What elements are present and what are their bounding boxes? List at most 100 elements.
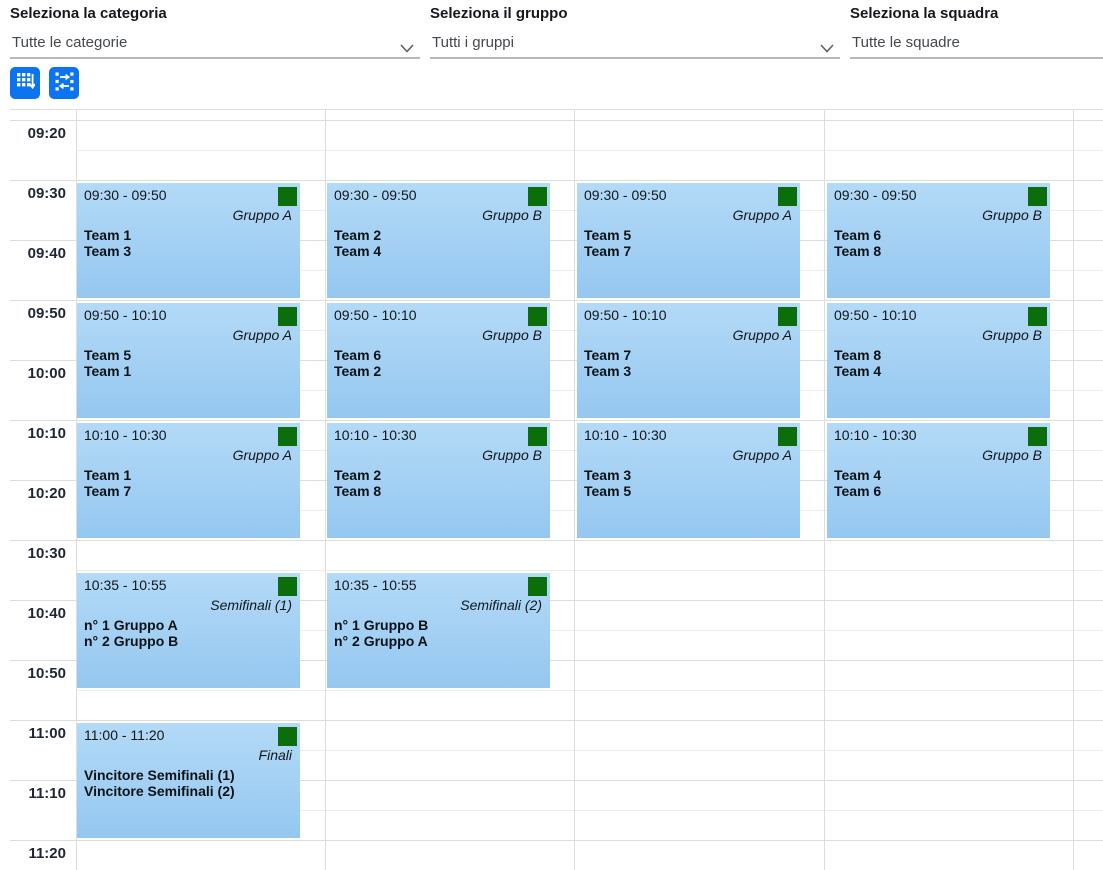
event-team: Team 8 bbox=[334, 483, 381, 499]
event-team: Team 3 bbox=[84, 243, 131, 259]
category-filter: Seleziona la categoria Tutte le categori… bbox=[10, 5, 420, 59]
event-status-square-icon bbox=[1028, 427, 1047, 446]
event-team: Team 4 bbox=[834, 467, 881, 483]
time-slot-label: 10:20 bbox=[0, 485, 66, 502]
event-stage-label: Gruppo A bbox=[733, 207, 792, 223]
event-time-range: 09:50 - 10:10 bbox=[334, 307, 417, 323]
team-select-value: Tutte le squadre bbox=[852, 34, 960, 51]
match-event[interactable]: 09:50 - 10:10Gruppo ATeam 7Team 3 bbox=[577, 303, 800, 418]
event-teams: Team 8Team 4 bbox=[834, 347, 881, 379]
event-stage-label: Gruppo A bbox=[733, 447, 792, 463]
team-filter: Seleziona la squadra Tutte le squadre bbox=[850, 5, 1103, 59]
event-status-square-icon bbox=[528, 577, 547, 596]
match-event[interactable]: 10:35 - 10:55 Semifinali (2) n° 1 Gruppo B… bbox=[327, 573, 550, 688]
event-stage-label: Finali bbox=[259, 747, 292, 763]
table-down-arrow-icon bbox=[16, 72, 35, 94]
event-team: Team 1 bbox=[84, 363, 131, 379]
event-team: Team 7 bbox=[84, 483, 131, 499]
event-teams: Team 4Team 6 bbox=[834, 467, 881, 499]
event-stage-label: Gruppo B bbox=[982, 327, 1042, 343]
event-team: Vincitore Semifinali (2) bbox=[84, 783, 235, 799]
event-team: Team 7 bbox=[584, 347, 631, 363]
event-status-square-icon bbox=[278, 307, 297, 326]
event-teams: Team 6Team 8 bbox=[834, 227, 881, 259]
event-stage-label: Semifinali (2) bbox=[460, 597, 542, 613]
time-slot-label: 10:40 bbox=[0, 605, 66, 622]
event-time-range: 09:50 - 10:10 bbox=[84, 307, 167, 323]
event-status-square-icon bbox=[278, 577, 297, 596]
time-slot-label: 09:20 bbox=[0, 125, 66, 142]
grid-line bbox=[10, 180, 1103, 181]
event-time-range: 09:30 - 09:50 bbox=[584, 187, 667, 203]
match-event[interactable]: 09:30 - 09:50Gruppo ATeam 5Team 7 bbox=[577, 183, 800, 298]
event-time-range: 10:35 - 10:55 bbox=[334, 577, 417, 593]
event-stage-label: Gruppo B bbox=[982, 207, 1042, 223]
event-stage-label: Gruppo B bbox=[482, 447, 542, 463]
calendar-grid-button[interactable] bbox=[10, 67, 40, 99]
event-teams: Team 2Team 4 bbox=[334, 227, 381, 259]
match-event[interactable]: 10:10 - 10:30 Gruppo B Team 4Team 6 bbox=[827, 423, 1050, 538]
match-event[interactable]: 10:10 - 10:30 Gruppo A Team 3Team 5 bbox=[577, 423, 800, 538]
group-filter: Seleziona il gruppo Tutti i gruppi bbox=[430, 5, 840, 59]
event-stage-label: Gruppo B bbox=[982, 447, 1042, 463]
group-select[interactable]: Tutti i gruppi bbox=[430, 29, 840, 59]
event-time-range: 10:10 - 10:30 bbox=[84, 427, 167, 443]
event-stage-label: Semifinali (1) bbox=[210, 597, 292, 613]
grid-line bbox=[824, 109, 825, 870]
match-event[interactable]: 09:30 - 09:50Gruppo ATeam 1Team 3 bbox=[77, 183, 300, 298]
team-select[interactable]: Tutte le squadre bbox=[850, 29, 1103, 59]
match-event[interactable]: 11:00 - 11:20 Finali Vincitore Semifinali … bbox=[77, 723, 300, 838]
swap-matches-button[interactable] bbox=[49, 67, 79, 99]
match-event[interactable]: 09:30 - 09:50Gruppo BTeam 2Team 4 bbox=[327, 183, 550, 298]
match-event[interactable]: 09:50 - 10:10 Gruppo A Team 5Team 1 bbox=[77, 303, 300, 418]
event-team: Team 6 bbox=[334, 347, 381, 363]
grid-line bbox=[10, 720, 1103, 721]
event-teams: Team 5Team 1 bbox=[84, 347, 131, 379]
chevron-down-icon bbox=[400, 40, 414, 58]
event-team: Team 3 bbox=[584, 363, 631, 379]
event-status-square-icon bbox=[778, 187, 797, 206]
match-event[interactable]: 10:35 - 10:55Semifinali (1)n° 1 Gruppo A… bbox=[77, 573, 300, 688]
grid-line bbox=[10, 300, 1103, 301]
event-team: Team 8 bbox=[834, 243, 881, 259]
event-time-range: 11:00 - 11:20 bbox=[84, 727, 164, 743]
schedule-calendar: 09:2009:3009:4009:5010:0010:1010:2010:30… bbox=[0, 108, 1103, 870]
team-filter-label: Seleziona la squadra bbox=[850, 5, 1103, 22]
event-stage-label: Gruppo A bbox=[233, 207, 292, 223]
event-teams: Vincitore Semifinali (1)Vincitore Semifi… bbox=[84, 767, 235, 799]
event-time-range: 09:30 - 09:50 bbox=[84, 187, 167, 203]
event-stage-label: Gruppo B bbox=[482, 207, 542, 223]
event-status-square-icon bbox=[1028, 307, 1047, 326]
event-teams: Team 1Team 7 bbox=[84, 467, 131, 499]
event-stage-label: Gruppo A bbox=[233, 327, 292, 343]
time-slot-label: 11:20 bbox=[0, 845, 66, 862]
event-time-range: 09:50 - 10:10 bbox=[834, 307, 917, 323]
event-stage-label: Gruppo B bbox=[482, 327, 542, 343]
match-event[interactable]: 09:50 - 10:10 Gruppo B Team 8Team 4 bbox=[827, 303, 1050, 418]
event-team: Team 3 bbox=[584, 467, 631, 483]
category-filter-label: Seleziona la categoria bbox=[10, 5, 420, 22]
chevron-down-icon bbox=[820, 40, 834, 58]
event-team: Team 8 bbox=[834, 347, 881, 363]
event-time-range: 10:10 - 10:30 bbox=[834, 427, 917, 443]
event-team: Team 7 bbox=[584, 243, 631, 259]
category-select[interactable]: Tutte le categorie bbox=[10, 29, 420, 59]
event-time-range: 10:10 - 10:30 bbox=[584, 427, 667, 443]
event-status-square-icon bbox=[278, 727, 297, 746]
event-team: n° 1 Gruppo B bbox=[334, 617, 428, 633]
event-team: Team 1 bbox=[84, 467, 131, 483]
event-status-square-icon bbox=[528, 427, 547, 446]
event-teams: Team 2Team 8 bbox=[334, 467, 381, 499]
match-event[interactable]: 09:50 - 10:10Gruppo BTeam 6Team 2 bbox=[327, 303, 550, 418]
swap-arrows-icon bbox=[55, 72, 74, 94]
event-teams: Team 3Team 5 bbox=[584, 467, 631, 499]
event-time-range: 10:35 - 10:55 bbox=[84, 577, 167, 593]
match-event[interactable]: 10:10 - 10:30Gruppo ATeam 1Team 7 bbox=[77, 423, 300, 538]
event-time-range: 10:10 - 10:30 bbox=[334, 427, 417, 443]
match-event[interactable]: 09:30 - 09:50Gruppo BTeam 6Team 8 bbox=[827, 183, 1050, 298]
grid-line bbox=[10, 109, 1103, 110]
grid-line bbox=[10, 420, 1103, 421]
event-teams: n° 1 Gruppo Bn° 2 Gruppo A bbox=[334, 617, 428, 649]
event-status-square-icon bbox=[778, 307, 797, 326]
match-event[interactable]: 10:10 - 10:30 Gruppo B Team 2Team 8 bbox=[327, 423, 550, 538]
